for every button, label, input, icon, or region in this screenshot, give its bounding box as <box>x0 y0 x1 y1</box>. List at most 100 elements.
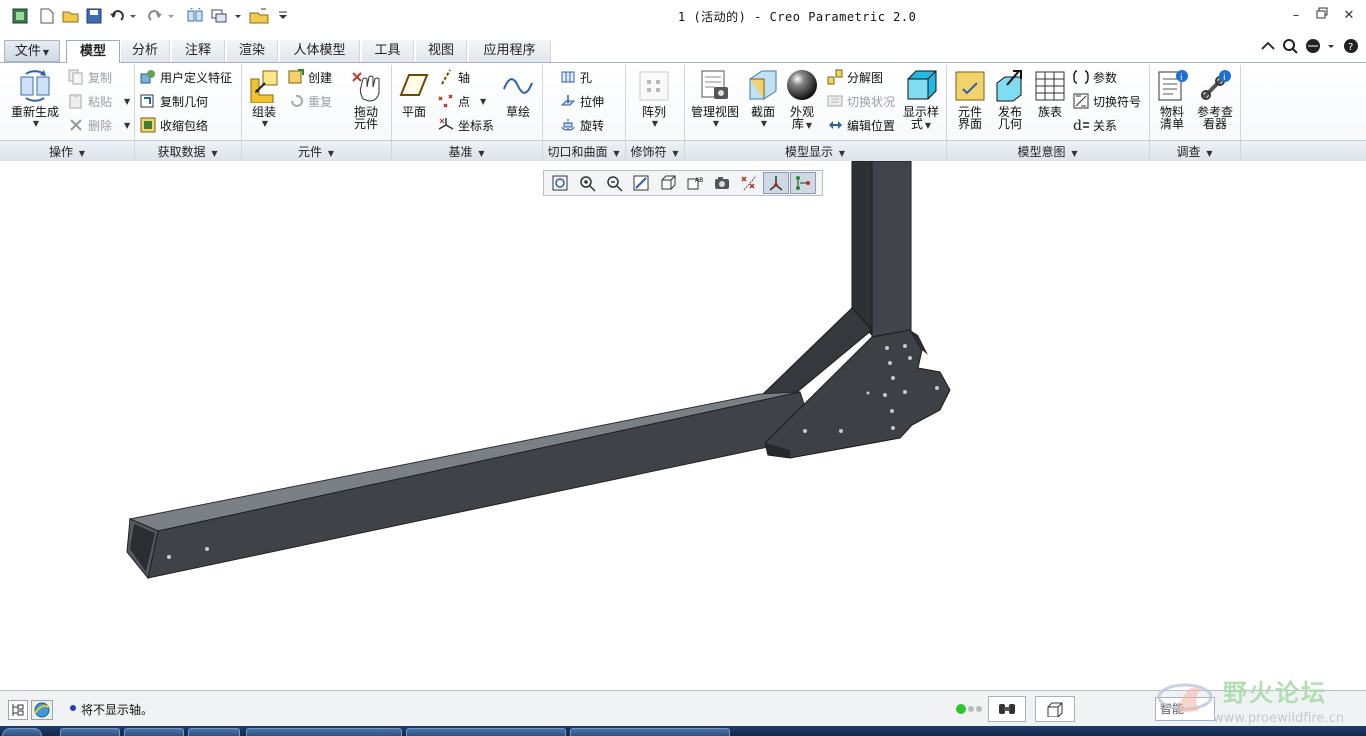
customize-toolbar-icon[interactable] <box>276 6 290 26</box>
taskbar-item[interactable] <box>60 728 120 736</box>
tab-annotate[interactable]: 注释 <box>172 40 225 62</box>
group-operations-label[interactable]: 操作 ▼ <box>0 143 134 159</box>
group-investigate-label[interactable]: 调查 ▼ <box>1149 143 1240 159</box>
taskbar-item[interactable] <box>406 728 566 736</box>
copy-button[interactable]: 复制 <box>68 67 112 87</box>
tab-file[interactable]: 文件 ▼ <box>4 40 60 62</box>
bom-button[interactable]: i 物料 清单 <box>1154 69 1190 130</box>
group-datum-label[interactable]: 基准 ▼ <box>391 143 542 159</box>
annotation-display-icon[interactable] <box>790 172 816 194</box>
refit-icon[interactable] <box>547 172 573 194</box>
repaint-icon[interactable] <box>628 172 654 194</box>
group-model-intent-label[interactable]: 模型意图 ▼ <box>946 143 1149 159</box>
zoom-out-icon[interactable] <box>601 172 627 194</box>
tab-applications[interactable]: 应用程序 <box>469 40 551 62</box>
tab-render[interactable]: 渲染 <box>227 40 278 62</box>
close-icon[interactable]: ✕ <box>1340 7 1358 25</box>
3d-model[interactable] <box>0 160 1366 690</box>
relations-button[interactable]: d 关系 <box>1073 115 1117 135</box>
tab-tools[interactable]: 工具 <box>362 40 414 62</box>
close-window-icon[interactable] <box>248 6 270 26</box>
udf-button[interactable]: 用户定义特征 <box>140 67 232 87</box>
drag-component-button[interactable]: 拖动 元件 <box>346 69 386 130</box>
tab-view[interactable]: 视图 <box>416 40 467 62</box>
switch-symbols-button[interactable]: 切换符号 <box>1073 91 1141 111</box>
restore-icon[interactable] <box>1313 7 1331 25</box>
manage-views-button[interactable]: 管理视图 ▼ <box>688 69 742 130</box>
component-interface-button[interactable]: 元件 界面 <box>952 69 988 130</box>
spin-center-icon[interactable] <box>763 172 789 194</box>
sketch-icon <box>503 78 533 94</box>
regenerate-quick-icon[interactable] <box>184 6 206 26</box>
section-button[interactable]: 截面 ▼ <box>746 69 780 130</box>
edit-position-icon <box>829 121 842 129</box>
family-table-button[interactable]: 族表 <box>1032 69 1068 118</box>
taskbar-item[interactable] <box>124 728 184 736</box>
tab-model[interactable]: 模型 <box>66 40 120 63</box>
app-icon[interactable] <box>10 6 30 26</box>
parameters-button[interactable]: 参数 <box>1073 67 1117 87</box>
repeat-button[interactable]: 重复 <box>288 91 332 111</box>
message-bullet-icon <box>70 705 76 711</box>
pattern-button[interactable]: 阵列 ▼ <box>634 69 674 130</box>
group-cut-surface-label[interactable]: 切口和曲面 ▼ <box>542 143 625 159</box>
new-file-icon[interactable] <box>37 6 57 26</box>
open-file-icon[interactable] <box>61 6 81 26</box>
start-orb-icon[interactable] <box>2 728 42 736</box>
toggle-status-button[interactable]: 切换状况 <box>827 91 895 111</box>
minimize-icon[interactable]: – <box>1287 7 1305 25</box>
regen-status-icon <box>955 703 985 715</box>
tab-manikin[interactable]: 人体模型 <box>280 40 360 62</box>
plane-button[interactable]: 平面 <box>396 69 432 118</box>
revolve-button[interactable]: 旋转 <box>560 115 604 135</box>
windows-icon[interactable] <box>210 6 244 26</box>
display-style-button[interactable]: 显示样 式 ▼ <box>900 69 942 132</box>
sketch-button[interactable]: 草绘 <box>500 69 536 118</box>
zoom-in-icon[interactable] <box>574 172 600 194</box>
reference-viewer-button[interactable]: i 参考查 看器 <box>1194 69 1236 130</box>
view-manager-icon[interactable] <box>709 172 735 194</box>
assemble-button[interactable]: 组装 ▼ <box>245 69 283 130</box>
axis-button[interactable]: 轴 <box>438 67 470 87</box>
drag-hand-icon <box>352 72 380 102</box>
status-bar: 将不显示轴。 智能 <box>0 690 1366 726</box>
window-title: 1 (活动的) - Creo Parametric 2.0 <box>678 10 917 24</box>
redo-icon[interactable] <box>146 6 176 26</box>
undo-icon[interactable] <box>108 6 138 26</box>
save-icon[interactable] <box>84 6 104 26</box>
tab-analysis[interactable]: 分析 <box>121 40 170 62</box>
taskbar-item[interactable] <box>570 728 730 736</box>
edit-position-button[interactable]: 编辑位置 <box>827 115 895 135</box>
switch-symbols-icon <box>1073 93 1089 109</box>
extrude-button[interactable]: 拉伸 <box>560 91 604 111</box>
shrinkwrap-button[interactable]: 收缩包络 <box>140 115 208 135</box>
model-tree-toggle-icon[interactable] <box>8 700 28 720</box>
extrude-icon <box>560 95 576 106</box>
browser-toggle-icon[interactable] <box>31 700 53 720</box>
group-model-display-label[interactable]: 模型显示 ▼ <box>684 143 946 159</box>
group-get-data-label[interactable]: 获取数据 ▼ <box>134 143 241 159</box>
paste-button[interactable]: 粘贴 ▼ <box>68 91 130 111</box>
find-icon[interactable] <box>988 696 1026 722</box>
explode-view-button[interactable]: 分解图 <box>827 67 883 87</box>
point-button[interactable]: 点 ▼ <box>438 91 486 111</box>
selection-filter[interactable]: 智能 <box>1155 697 1215 721</box>
group-modifiers-label[interactable]: 修饰符 ▼ <box>625 143 684 159</box>
saved-views-icon[interactable]: AB <box>682 172 708 194</box>
publish-geometry-button[interactable]: 发布 几何 <box>992 69 1028 130</box>
taskbar-item[interactable] <box>246 728 402 736</box>
hole-button[interactable]: 孔 <box>560 67 592 87</box>
graphics-window[interactable] <box>0 160 1366 690</box>
display-style-icon <box>907 70 937 100</box>
csys-button[interactable]: 坐标系 <box>438 115 494 135</box>
select-box-icon[interactable] <box>1035 696 1075 722</box>
taskbar-item[interactable] <box>188 728 240 736</box>
delete-button[interactable]: 删除 ▼ <box>68 115 130 135</box>
datum-display-icon[interactable] <box>736 172 762 194</box>
regenerate-button[interactable]: 重新生成 ▼ <box>6 69 64 130</box>
display-style-icon[interactable] <box>655 172 681 194</box>
create-component-button[interactable]: 创建 <box>288 67 332 87</box>
group-component-label[interactable]: 元件 ▼ <box>241 143 391 159</box>
appearance-gallery-button[interactable]: 外观 库 ▼ <box>785 69 819 132</box>
copy-geometry-button[interactable]: 复制几何 <box>140 91 208 111</box>
